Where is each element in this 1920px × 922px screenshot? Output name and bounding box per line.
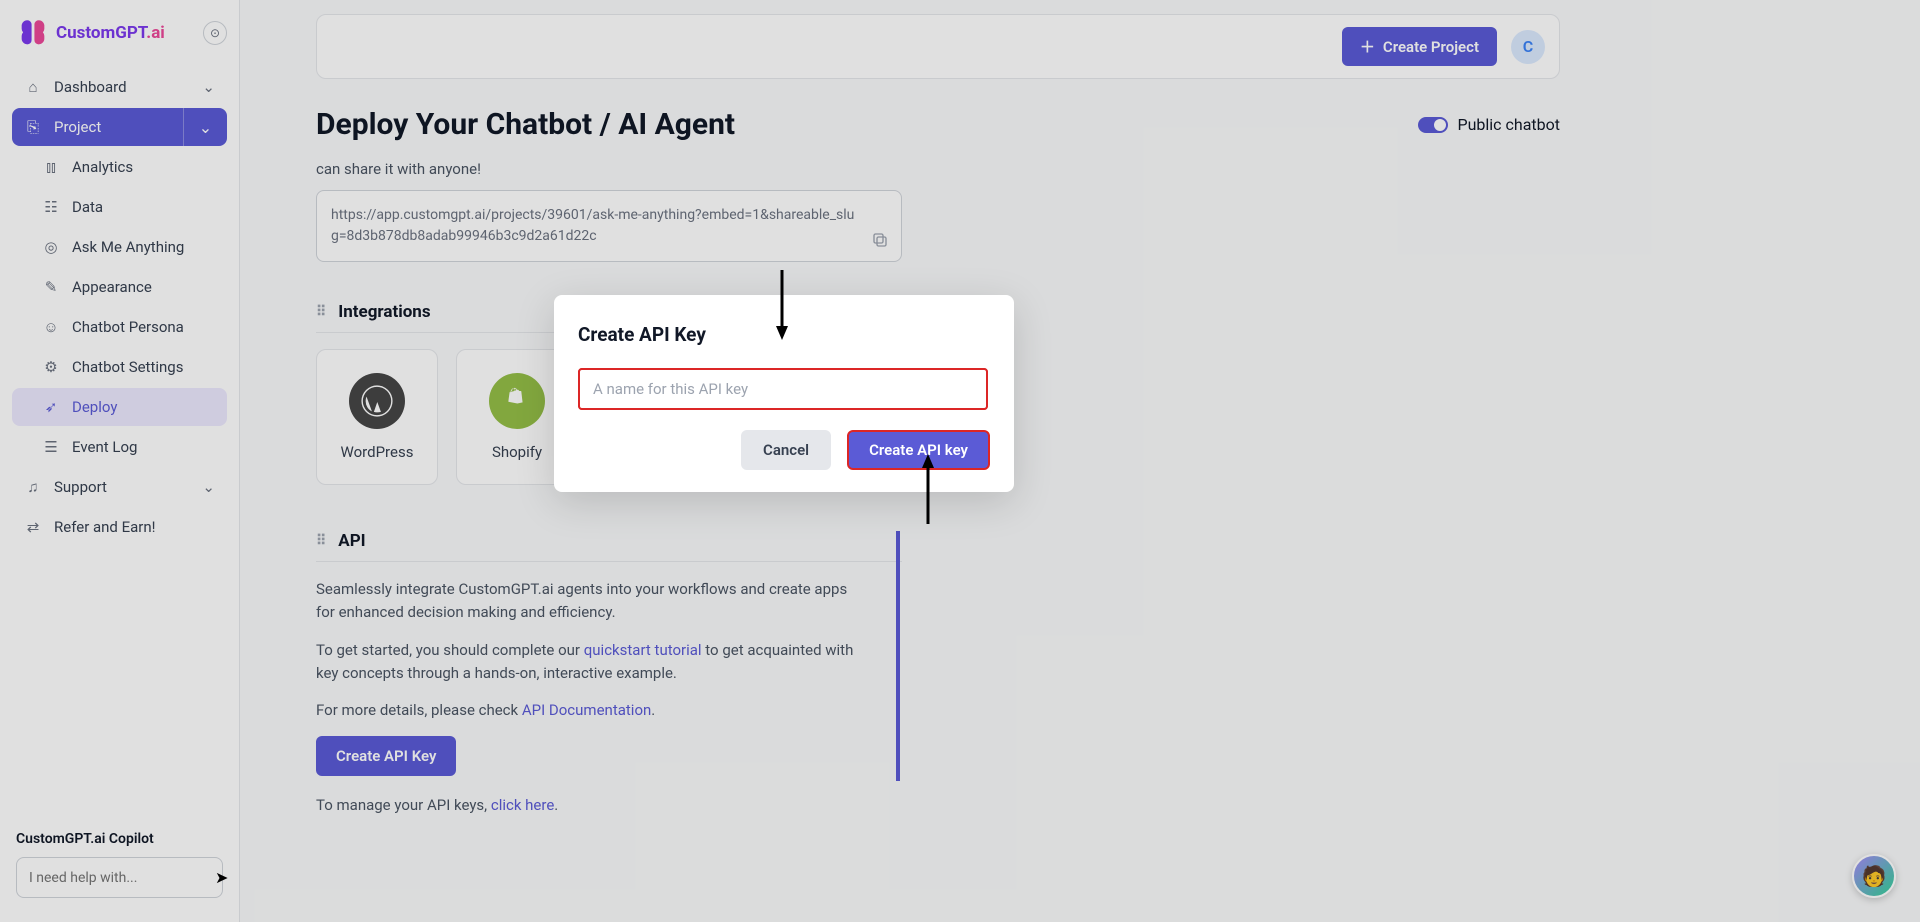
cancel-button[interactable]: Cancel [741,430,831,470]
arrow-down-icon [776,270,788,342]
arrow-up-icon [922,452,934,524]
api-key-name-input[interactable] [578,368,988,410]
create-api-key-confirm-button[interactable]: Create API key [847,430,990,470]
